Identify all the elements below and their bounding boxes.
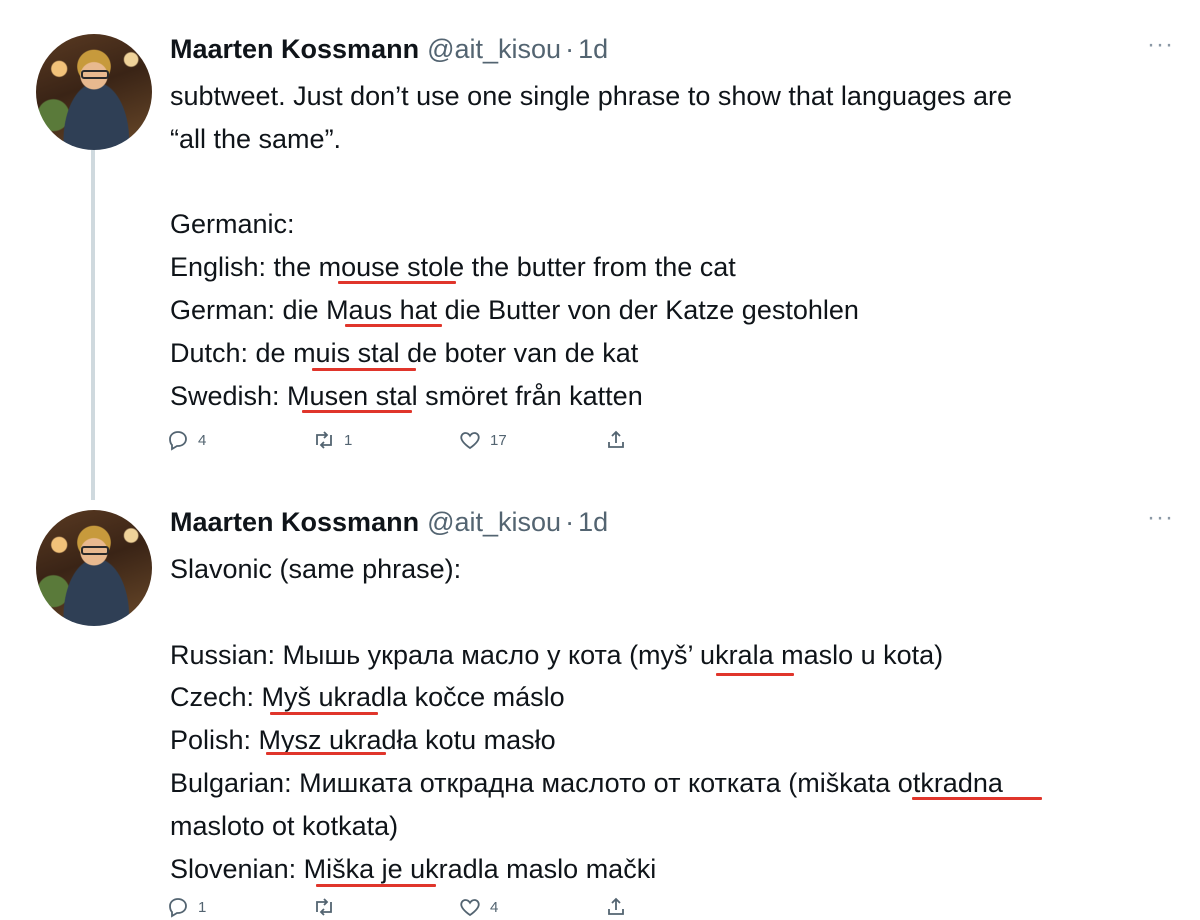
reply-count: 1 (198, 898, 207, 916)
retweet-icon (316, 898, 332, 916)
like-count: 17 (490, 431, 507, 449)
retweet-button[interactable]: 1 (312, 428, 458, 452)
more-options-icon[interactable]: ··· (1147, 506, 1174, 530)
share-icon (608, 897, 624, 915)
author-handle[interactable]: @ait_kisou (427, 506, 561, 538)
tweet-line: Slavonic (same phrase): (170, 554, 462, 584)
tweet-line: “all the same”. (170, 123, 342, 154)
red-underline (302, 410, 412, 413)
red-underline (316, 884, 436, 887)
share-icon (608, 430, 624, 448)
tweet-line: German: die Maus hat die Butter von der … (170, 294, 859, 325)
author-name[interactable]: Maarten Kossmann (170, 33, 419, 65)
red-underline (312, 368, 416, 371)
tweet-line: English: the mouse stole the butter from… (170, 252, 736, 283)
tweet-line: subtweet. Just don’t use one single phra… (170, 81, 1013, 111)
reply-button[interactable]: 1 (166, 895, 312, 919)
tweet-header: Maarten Kossmann @ait_kisou · 1d (170, 33, 608, 65)
tweet-text: Slavonic (same phrase): Russian: Мышь ук… (170, 548, 1180, 890)
red-underline (716, 673, 794, 676)
tweet-line (170, 161, 1180, 204)
red-underline (912, 797, 1042, 800)
tweet-line: masloto ot kotkata) (170, 810, 399, 841)
separator-dot: · (565, 507, 575, 537)
avatar-glasses (81, 70, 109, 79)
retweet-icon (316, 431, 332, 449)
reply-count: 4 (198, 431, 207, 449)
author-handle[interactable]: @ait_kisou (427, 33, 561, 65)
author-name[interactable]: Maarten Kossmann (170, 506, 419, 538)
heart-icon (460, 899, 480, 917)
separator-dot: · (565, 34, 575, 64)
tweet-actions: 1 4 (166, 895, 750, 919)
tweet-line: Germanic: (170, 209, 295, 240)
retweet-button[interactable] (312, 895, 458, 919)
tweet[interactable]: Maarten Kossmann @ait_kisou · 1d ··· sub… (0, 0, 1200, 500)
like-count: 4 (490, 898, 499, 916)
red-underline (338, 281, 456, 284)
thread-connector-line (91, 150, 95, 500)
avatar[interactable] (36, 510, 152, 626)
tweet-line: Polish: Mysz ukradła kotu masło (170, 725, 556, 756)
tweet-actions: 4 1 17 (166, 428, 750, 452)
tweet-time[interactable]: 1d (578, 506, 608, 538)
retweet-count: 1 (344, 431, 353, 449)
red-underline (270, 712, 378, 715)
tweet-header: Maarten Kossmann @ait_kisou · 1d (170, 506, 608, 538)
red-underline (266, 752, 386, 755)
like-button[interactable]: 4 (458, 895, 604, 919)
heart-icon (460, 432, 480, 450)
reply-icon (169, 431, 187, 451)
avatar-glasses (81, 546, 109, 555)
reply-icon (169, 898, 187, 918)
avatar[interactable] (36, 34, 152, 150)
tweet[interactable]: Maarten Kossmann @ait_kisou · 1d ··· Sla… (0, 495, 1200, 920)
like-button[interactable]: 17 (458, 428, 604, 452)
tweet-text: subtweet. Just don’t use one single phra… (170, 75, 1180, 417)
share-button[interactable] (604, 895, 750, 919)
reply-button[interactable]: 4 (166, 428, 312, 452)
tweet-time[interactable]: 1d (578, 33, 608, 65)
tweet-line (170, 591, 1180, 634)
tweet-line: Russian: Мышь украла масло у кота (myš’ … (170, 639, 944, 670)
share-button[interactable] (604, 428, 750, 452)
red-underline (345, 324, 442, 327)
more-options-icon[interactable]: ··· (1147, 33, 1174, 57)
